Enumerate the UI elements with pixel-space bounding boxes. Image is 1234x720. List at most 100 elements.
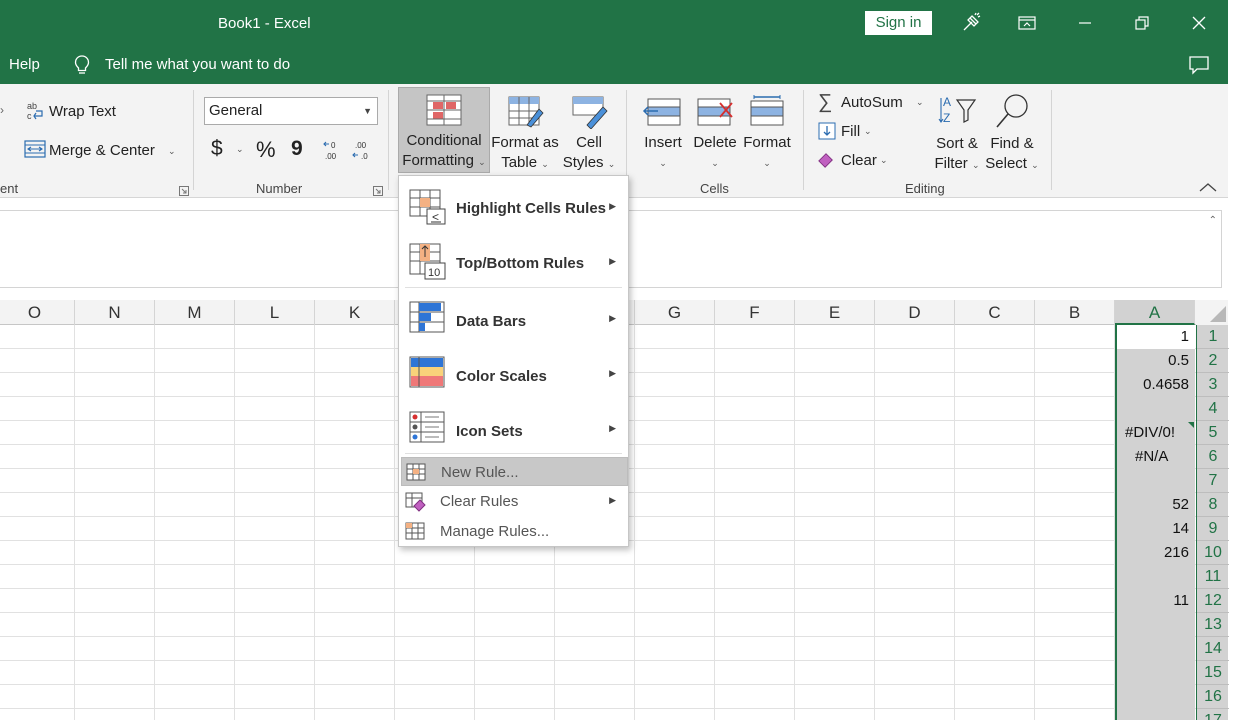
column-header[interactable]: D: [875, 300, 955, 325]
row-header[interactable]: 12: [1197, 589, 1229, 613]
conditional-formatting-button[interactable]: Conditional Formatting ⌄: [398, 87, 490, 173]
row-header[interactable]: 6: [1197, 445, 1229, 469]
chevron-down-icon: ▼: [363, 106, 372, 116]
format-as-table-button[interactable]: Format as Table ⌄: [490, 92, 560, 174]
cell-a9[interactable]: 14: [1172, 520, 1189, 537]
decrease-decimal-icon[interactable]: .00.0: [352, 138, 376, 165]
sort-filter-button[interactable]: AZ Sort & Filter ⌄: [928, 92, 986, 175]
collapse-ribbon-icon[interactable]: [1198, 180, 1218, 196]
currency-button[interactable]: $: [211, 137, 223, 161]
cell-a3[interactable]: 0.4658: [1143, 376, 1189, 393]
clear-rules-label: Clear Rules: [440, 493, 519, 510]
row-header[interactable]: 7: [1197, 469, 1229, 493]
increase-decimal-icon[interactable]: 0.00: [322, 138, 346, 165]
coauthor-icon[interactable]: [956, 10, 986, 36]
row-header[interactable]: 2: [1197, 349, 1229, 373]
row-header-column: 1 2 3 4 5 6 7 8 9 10 11 12 13 14 15 16 1…: [1196, 325, 1229, 720]
comma-style-button[interactable]: 9: [291, 137, 303, 161]
error-indicator-icon[interactable]: [1188, 422, 1194, 428]
close-icon[interactable]: [1184, 10, 1214, 36]
restore-icon[interactable]: [1127, 10, 1157, 36]
insert-cells-label: Insert: [644, 134, 682, 151]
menu-item-color-scales[interactable]: Color Scales ▶: [399, 351, 628, 395]
autosum-dropdown[interactable]: ⌄: [916, 97, 924, 108]
manage-rules-icon: [405, 522, 425, 543]
column-header[interactable]: G: [635, 300, 715, 325]
row-header[interactable]: 10: [1197, 541, 1229, 565]
highlight-cells-rules-label: Highlight Cells Rules: [456, 200, 607, 217]
row-header[interactable]: 4: [1197, 397, 1229, 421]
column-header[interactable]: L: [235, 300, 315, 325]
column-a-selection[interactable]: 1 0.5 0.4658 #DIV/0! #N/A 52 14 216 11: [1115, 325, 1195, 720]
lightbulb-icon: [72, 54, 92, 79]
sign-in-button[interactable]: Sign in: [865, 11, 932, 35]
insert-cells-button[interactable]: Insert ⌄: [638, 92, 688, 173]
title-bar: Book1 - Excel Sign in: [0, 0, 1228, 46]
cell-a12[interactable]: 11: [1173, 592, 1189, 609]
fill-dropdown[interactable]: ⌄: [864, 126, 872, 137]
cell-a5[interactable]: #DIV/0!: [1125, 424, 1175, 441]
cell-a8[interactable]: 52: [1172, 496, 1189, 513]
merge-center-dropdown[interactable]: ⌄: [168, 146, 176, 157]
column-header[interactable]: M: [155, 300, 235, 325]
fill-button[interactable]: Fill: [841, 123, 860, 140]
row-header[interactable]: 11: [1197, 565, 1229, 589]
comments-icon[interactable]: [1188, 55, 1210, 78]
select-all-triangle-icon: [1210, 306, 1226, 322]
column-header[interactable]: N: [75, 300, 155, 325]
orientation-caret-icon[interactable]: ›: [0, 103, 4, 117]
menu-item-top-bottom-rules[interactable]: 10 Top/Bottom Rules ▶: [399, 240, 628, 284]
column-header[interactable]: B: [1035, 300, 1115, 325]
percent-button[interactable]: %: [256, 137, 276, 163]
cell-a10[interactable]: 216: [1164, 544, 1189, 561]
autosum-button[interactable]: AutoSum: [841, 94, 903, 111]
row-header[interactable]: 15: [1197, 661, 1229, 685]
column-header[interactable]: K: [315, 300, 395, 325]
currency-dropdown[interactable]: ⌄: [236, 144, 244, 155]
menu-item-icon-sets[interactable]: Icon Sets ▶: [399, 406, 628, 450]
column-header-selected[interactable]: A: [1115, 300, 1195, 325]
column-header[interactable]: E: [795, 300, 875, 325]
row-header[interactable]: 8: [1197, 493, 1229, 517]
chevron-down-icon: ⌄: [711, 158, 719, 168]
group-separator: [388, 90, 389, 190]
cell-a2[interactable]: 0.5: [1168, 352, 1189, 369]
row-header[interactable]: 13: [1197, 613, 1229, 637]
row-header[interactable]: 1: [1197, 325, 1229, 349]
tab-help[interactable]: Help: [9, 56, 40, 73]
find-select-label-1: Find &: [990, 135, 1034, 152]
collapse-formula-bar-icon[interactable]: ⌃: [1209, 215, 1217, 226]
data-bars-icon: [409, 301, 445, 336]
menu-item-data-bars[interactable]: Data Bars ▶: [399, 296, 628, 340]
menu-item-manage-rules[interactable]: Manage Rules...: [401, 517, 628, 546]
select-all-corner[interactable]: [1196, 300, 1228, 325]
row-header[interactable]: 9: [1197, 517, 1229, 541]
ribbon-display-options-icon[interactable]: [1012, 10, 1042, 36]
number-launcher-icon[interactable]: [373, 183, 383, 199]
minimize-icon[interactable]: [1070, 10, 1100, 36]
menu-item-highlight-cells-rules[interactable]: < Highlight Cells Rules ▶: [399, 186, 628, 228]
delete-cells-button[interactable]: Delete ⌄: [690, 92, 740, 173]
column-header[interactable]: F: [715, 300, 795, 325]
clear-button[interactable]: Clear: [841, 152, 877, 169]
column-header[interactable]: C: [955, 300, 1035, 325]
format-cells-button[interactable]: Format ⌄: [742, 92, 792, 173]
alignment-launcher-icon[interactable]: [179, 183, 189, 199]
row-header[interactable]: 16: [1197, 685, 1229, 709]
cell-a6[interactable]: #N/A: [1135, 448, 1168, 465]
column-header[interactable]: O: [0, 300, 75, 325]
cell-a1[interactable]: 1: [1181, 328, 1189, 345]
menu-item-new-rule[interactable]: New Rule...: [401, 457, 628, 486]
find-select-button[interactable]: Find & Select ⌄: [983, 92, 1041, 175]
number-format-select[interactable]: General ▼: [204, 97, 378, 125]
tell-me-search[interactable]: Tell me what you want to do: [105, 56, 290, 73]
row-header[interactable]: 5: [1197, 421, 1229, 445]
cell-styles-button[interactable]: Cell Styles ⌄: [560, 92, 618, 174]
row-header[interactable]: 17: [1197, 709, 1229, 720]
row-header[interactable]: 3: [1197, 373, 1229, 397]
merge-center-button[interactable]: Merge & Center: [49, 142, 155, 159]
clear-dropdown[interactable]: ⌄: [880, 155, 888, 166]
menu-item-clear-rules[interactable]: Clear Rules ▶: [401, 487, 628, 516]
row-header[interactable]: 14: [1197, 637, 1229, 661]
wrap-text-button[interactable]: Wrap Text: [49, 103, 116, 120]
